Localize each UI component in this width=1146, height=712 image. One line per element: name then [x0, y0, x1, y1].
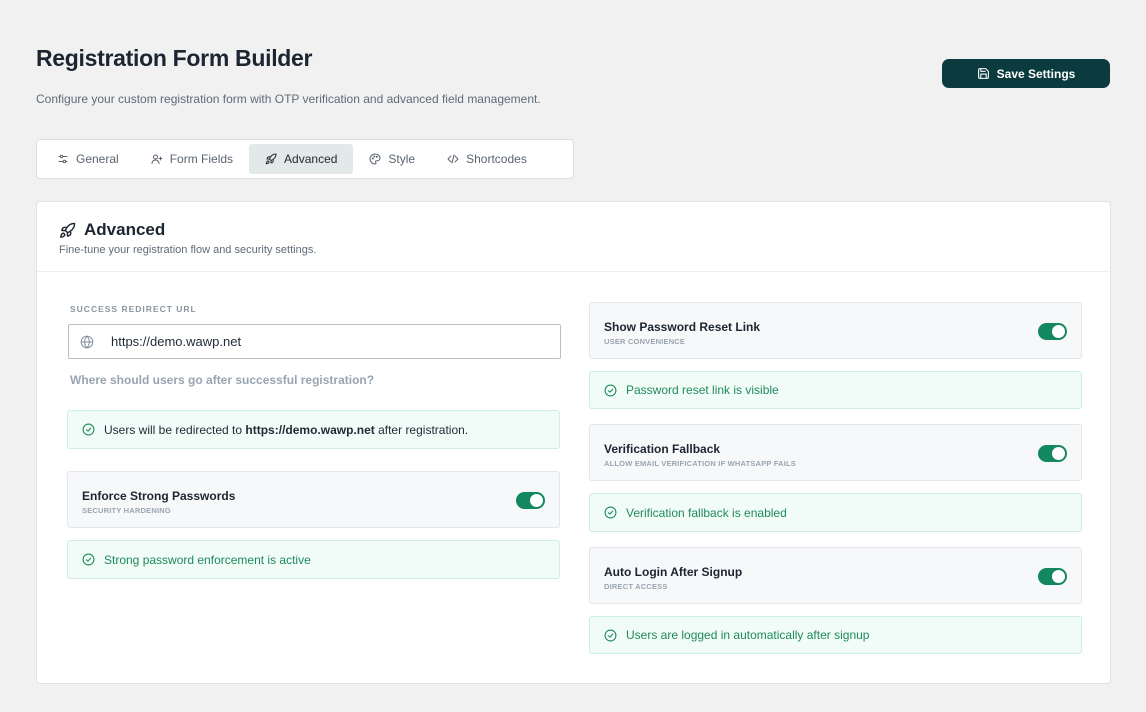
verification-fallback-card: Verification Fallback ALLOW EMAIL VERIFI…: [589, 424, 1082, 481]
tab-form-fields[interactable]: Form Fields: [135, 144, 249, 174]
password-reset-status: Password reset link is visible: [589, 371, 1082, 409]
status-text: Verification fallback is enabled: [626, 505, 787, 520]
check-circle-icon: [82, 423, 95, 436]
strong-passwords-card: Enforce Strong Passwords SECURITY HARDEN…: [67, 471, 560, 528]
auto-login-subtitle: DIRECT ACCESS: [604, 582, 668, 591]
tab-label: Advanced: [284, 152, 338, 166]
panel-title-text: Advanced: [84, 220, 166, 239]
tab-bar: General Form Fields Advanced Style Short…: [36, 139, 574, 179]
redirect-url-field[interactable]: [68, 324, 561, 359]
save-icon: [977, 68, 989, 79]
check-circle-icon: [604, 384, 617, 396]
user-plus-icon: [151, 154, 163, 164]
code-icon: [447, 154, 459, 164]
strong-passwords-toggle[interactable]: [516, 492, 545, 509]
rocket-icon: [60, 222, 76, 238]
auto-login-card: Auto Login After Signup DIRECT ACCESS: [589, 547, 1082, 604]
password-reset-card: Show Password Reset Link USER CONVENIENC…: [589, 302, 1082, 359]
panel-header: Advanced Fine-tune your registration flo…: [37, 202, 1110, 272]
redirect-notice-url: https://demo.wawp.net: [245, 422, 375, 437]
globe-icon: [80, 334, 94, 349]
verification-fallback-subtitle: ALLOW EMAIL VERIFICATION IF WHATSAPP FAI…: [604, 459, 797, 468]
tab-label: Form Fields: [169, 152, 234, 166]
password-reset-title: Show Password Reset Link: [604, 320, 761, 334]
tab-general[interactable]: General: [41, 144, 135, 174]
verification-fallback-status: Verification fallback is enabled: [589, 493, 1082, 532]
redirect-notice: Users will be redirected to https://demo…: [67, 410, 560, 449]
redirect-notice-text: Users will be redirected to https://demo…: [104, 422, 469, 437]
password-reset-subtitle: USER CONVENIENCE: [604, 337, 686, 346]
page-subtitle: Configure your custom registration form …: [36, 92, 541, 106]
save-settings-button[interactable]: Save Settings: [942, 59, 1110, 88]
save-settings-label: Save Settings: [996, 66, 1076, 81]
tab-label: Shortcodes: [466, 152, 527, 166]
advanced-settings-panel: Advanced Fine-tune your registration flo…: [36, 201, 1111, 684]
tab-style[interactable]: Style: [353, 144, 431, 174]
verification-fallback-title: Verification Fallback: [604, 442, 721, 456]
tab-label: General: [76, 152, 119, 166]
tab-label: Style: [388, 152, 416, 166]
check-circle-icon: [604, 629, 617, 641]
panel-description: Fine-tune your registration flow and sec…: [59, 244, 317, 256]
status-text: Strong password enforcement is active: [104, 552, 311, 567]
auto-login-toggle[interactable]: [1038, 568, 1067, 585]
redirect-url-hint: Where should users go after successful r…: [70, 373, 375, 387]
tab-advanced[interactable]: Advanced: [249, 144, 354, 174]
sliders-icon: [58, 154, 68, 164]
redirect-url-input[interactable]: [111, 334, 531, 349]
status-text: Password reset link is visible: [626, 383, 779, 397]
page-title: Registration Form Builder: [36, 45, 313, 71]
panel-title: Advanced: [59, 220, 165, 240]
redirect-url-label: SUCCESS REDIRECT URL: [70, 304, 197, 314]
auto-login-title: Auto Login After Signup: [604, 565, 743, 579]
auto-login-status: Users are logged in automatically after …: [589, 616, 1082, 654]
strong-passwords-subtitle: SECURITY HARDENING: [82, 506, 171, 515]
verification-fallback-toggle[interactable]: [1038, 445, 1067, 462]
password-reset-toggle[interactable]: [1038, 323, 1067, 340]
status-text: Users are logged in automatically after …: [626, 628, 870, 642]
tab-shortcodes[interactable]: Shortcodes: [431, 144, 543, 174]
palette-icon: [369, 153, 381, 165]
rocket-icon: [265, 153, 277, 165]
strong-passwords-status: Strong password enforcement is active: [67, 540, 560, 579]
check-circle-icon: [604, 506, 617, 519]
strong-passwords-title: Enforce Strong Passwords: [82, 489, 236, 503]
check-circle-icon: [82, 553, 95, 566]
